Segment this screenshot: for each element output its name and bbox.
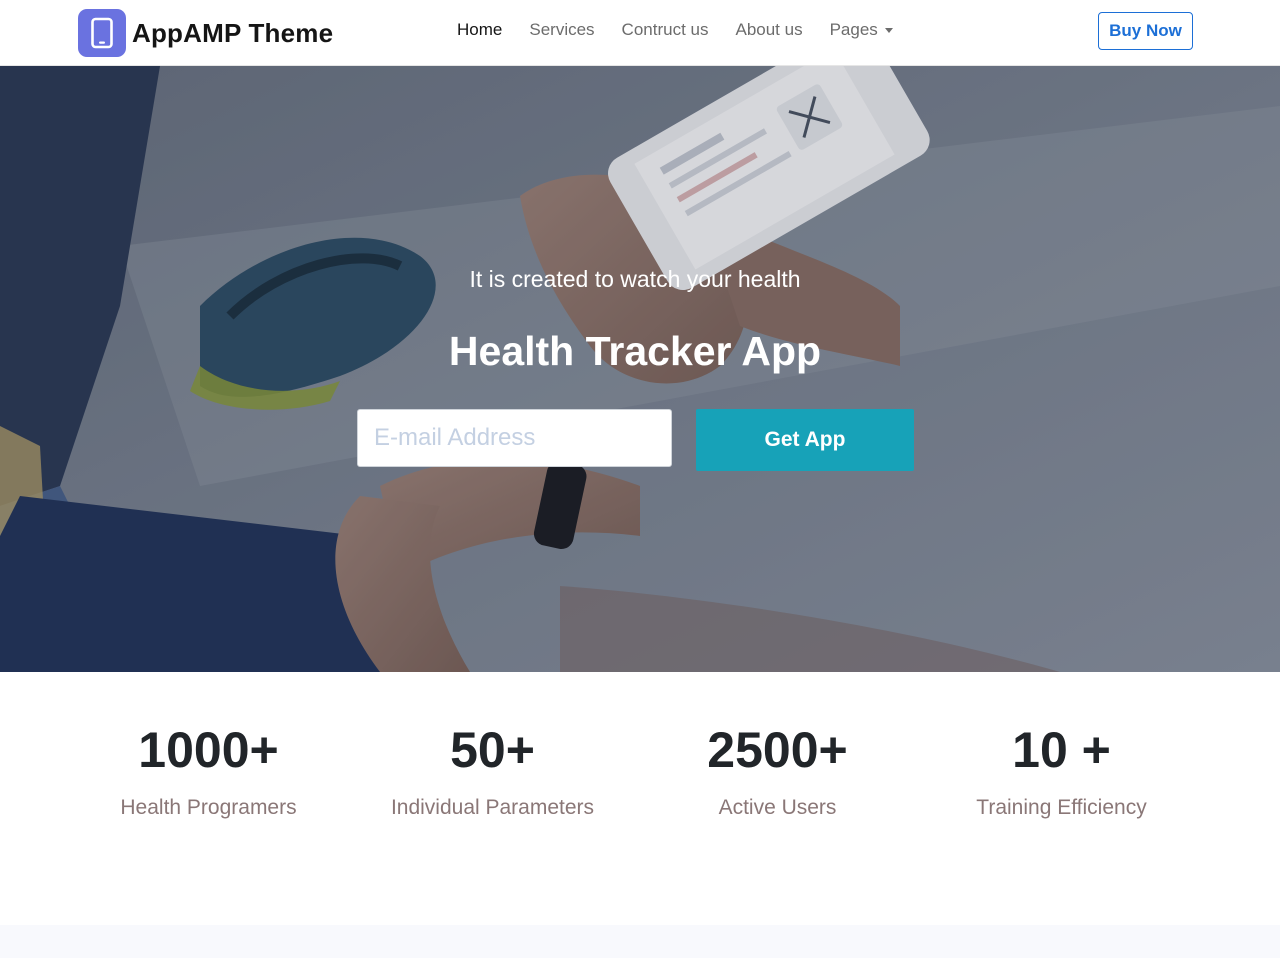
main-nav: Home Services Contruct us About us Pages <box>457 0 920 60</box>
stat-value: 1000+ <box>138 722 279 778</box>
stat-label: Training Efficiency <box>976 796 1147 819</box>
stat-item-parameters: 50+ Individual Parameters <box>350 720 635 820</box>
stat-item-users: 2500+ Active Users <box>635 720 920 820</box>
hero-section: It is created to watch your health Healt… <box>0 66 1280 672</box>
brand-link[interactable]: AppAMP Theme <box>78 9 333 57</box>
buy-now-button[interactable]: Buy Now <box>1098 12 1193 50</box>
nav-item-pages-label: Pages <box>829 20 878 39</box>
nav-item-about[interactable]: About us <box>735 20 802 40</box>
hero-subtitle: It is created to watch your health <box>469 266 801 292</box>
nav-item-home[interactable]: Home <box>457 20 502 40</box>
hero-title: Health Tracker App <box>448 328 822 374</box>
nav-item-services[interactable]: Services <box>529 20 594 40</box>
navbar: AppAMP Theme Home Services Contruct us A… <box>0 0 1280 66</box>
chevron-down-icon <box>884 27 893 33</box>
stat-value: 50+ <box>450 722 535 778</box>
nav-item-pages[interactable]: Pages <box>830 20 893 40</box>
stat-item-efficiency: 10 + Training Efficiency <box>919 720 1204 820</box>
stat-label: Individual Parameters <box>390 796 595 819</box>
stat-item-programers: 1000+ Health Programers <box>66 720 351 820</box>
next-section-background <box>0 925 1280 958</box>
brand-name: AppAMP Theme <box>132 17 334 48</box>
stat-label: Health Programers <box>120 796 297 819</box>
smartphone-icon <box>78 9 126 57</box>
stat-value: 2500+ <box>707 722 848 778</box>
email-input[interactable] <box>357 409 672 467</box>
stat-value: 10 + <box>1012 722 1111 778</box>
stats-section: 1000+ Health Programers 50+ Individual P… <box>0 672 1280 925</box>
get-app-button[interactable]: Get App <box>696 409 914 471</box>
nav-item-contact[interactable]: Contruct us <box>622 20 709 40</box>
stat-label: Active Users <box>718 796 837 819</box>
